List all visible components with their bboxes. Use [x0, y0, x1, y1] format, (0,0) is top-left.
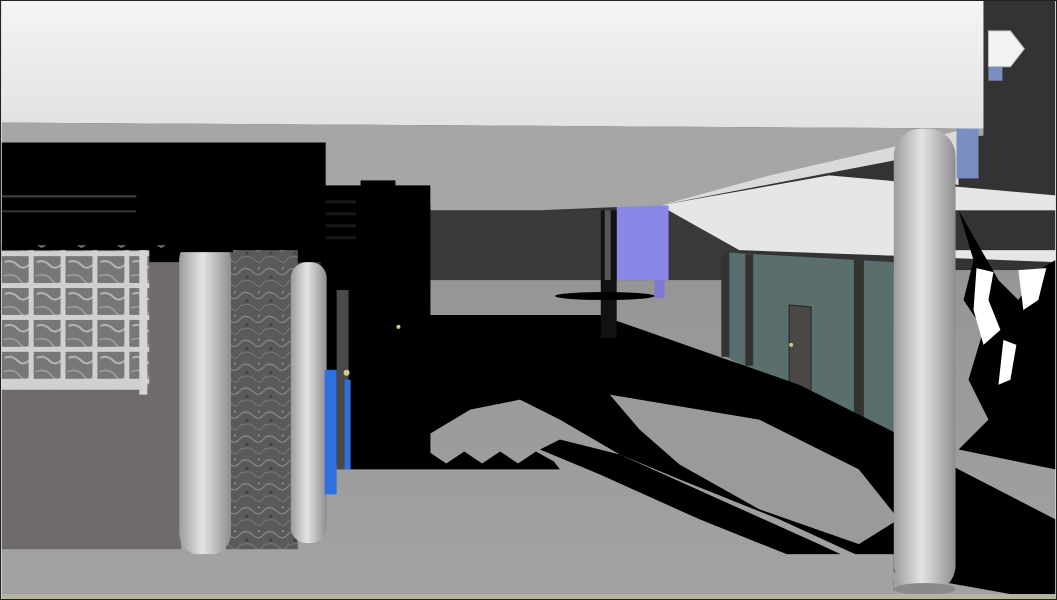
canopy-top-slab: [1, 1, 984, 129]
door-knob-far: [396, 324, 401, 329]
blue-bracket: [956, 128, 979, 179]
right-pillar: [893, 128, 956, 594]
purple-panel: [616, 205, 669, 281]
blue-door-edge: [344, 379, 351, 470]
door-knob: [343, 369, 350, 376]
window-grille: [1, 250, 150, 395]
right-building-post-3: [853, 258, 864, 423]
left-pillar-1: [179, 238, 231, 556]
blue-door: [324, 369, 337, 495]
foreground-ground: [1, 554, 894, 599]
purple-panel-tab: [654, 280, 665, 299]
left-pillar-cap: [179, 142, 324, 243]
architectural-render: [1, 1, 1056, 599]
center-column-shadow: [554, 292, 655, 300]
center-column-highlight: [604, 210, 611, 281]
right-building-post-1: [721, 252, 730, 357]
right-pillar-base: [893, 583, 956, 596]
render-viewport: [0, 0, 1057, 600]
door-handle: [789, 342, 794, 347]
left-pillar-2: [290, 262, 327, 544]
right-building-door: [788, 304, 812, 393]
bottom-edge: [1, 594, 1056, 599]
right-building-post-2: [745, 254, 754, 366]
marble-panel: [226, 250, 298, 550]
sign-mount: [988, 66, 1003, 81]
